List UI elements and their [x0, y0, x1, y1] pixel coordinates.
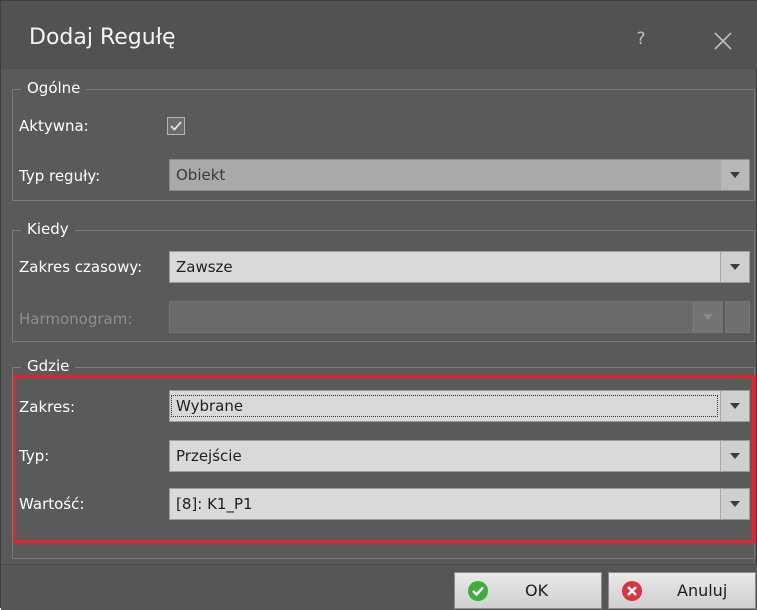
schedule-select: [169, 301, 723, 333]
cancel-button-label: Anuluj: [677, 581, 728, 600]
ok-button[interactable]: OK: [454, 572, 602, 609]
help-icon[interactable]: ?: [631, 27, 651, 51]
checkmark-icon: [170, 121, 182, 131]
rule-type-value: Obiekt: [176, 166, 226, 184]
time-range-dropdown-button[interactable]: [720, 252, 749, 282]
schedule-dropdown-button: [693, 302, 722, 332]
scope-label: Zakres:: [19, 398, 76, 416]
chevron-down-icon: [730, 501, 740, 507]
cancel-circle-icon: [622, 581, 642, 601]
value-value: [8]: K1_P1: [176, 495, 253, 513]
time-range-value: Zawsze: [176, 258, 233, 276]
when-legend: Kiedy: [21, 220, 75, 238]
chevron-down-icon: [730, 403, 740, 409]
ok-button-label: OK: [525, 581, 549, 600]
type-select[interactable]: Przejście: [169, 440, 750, 472]
time-range-select[interactable]: Zawsze: [169, 251, 750, 283]
value-select[interactable]: [8]: K1_P1: [169, 488, 750, 520]
scope-select[interactable]: Wybrane: [169, 390, 750, 422]
chevron-down-icon: [730, 172, 740, 178]
scope-value: Wybrane: [171, 395, 718, 417]
type-dropdown-button[interactable]: [720, 441, 749, 471]
rule-type-dropdown-button[interactable]: [720, 160, 749, 190]
rule-type-label: Typ reguły:: [19, 167, 101, 185]
active-checkbox[interactable]: [167, 117, 185, 135]
type-label: Typ:: [19, 447, 50, 465]
add-rule-dialog: Dodaj Regułę ? Ogólne Aktywna: Typ reguł…: [0, 0, 757, 610]
active-label: Aktywna:: [19, 117, 89, 135]
chevron-down-icon: [730, 453, 740, 459]
type-value: Przejście: [176, 447, 242, 465]
schedule-extra-button: [725, 301, 750, 333]
chevron-down-icon: [730, 264, 740, 270]
check-circle-icon: [468, 581, 488, 601]
schedule-label: Harmonogram:: [19, 310, 133, 328]
value-label: Wartość:: [19, 495, 85, 513]
general-legend: Ogólne: [21, 79, 87, 97]
dialog-title: Dodaj Regułę: [29, 25, 176, 50]
title-bar: Dodaj Regułę ?: [1, 1, 757, 69]
chevron-down-icon: [703, 314, 713, 320]
scope-dropdown-button[interactable]: [720, 391, 749, 421]
rule-type-select[interactable]: Obiekt: [169, 159, 750, 191]
value-dropdown-button[interactable]: [720, 489, 749, 519]
where-legend: Gdzie: [21, 357, 76, 375]
close-icon[interactable]: [709, 27, 737, 55]
time-range-label: Zakres czasowy:: [19, 258, 143, 276]
cancel-button[interactable]: Anuluj: [608, 572, 756, 609]
